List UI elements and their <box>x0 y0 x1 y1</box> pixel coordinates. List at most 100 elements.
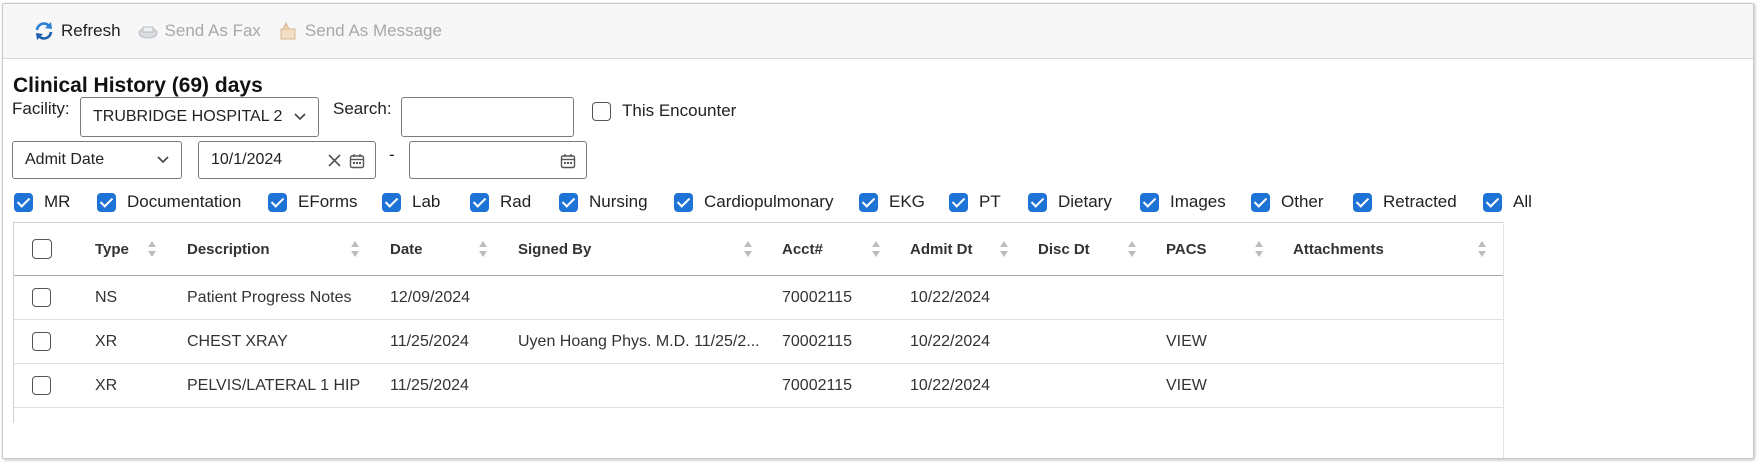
cell-attachments <box>1293 364 1483 407</box>
column-header-signed-by[interactable]: Signed By <box>518 223 591 275</box>
this-encounter-box[interactable] <box>592 101 611 121</box>
send-as-fax-button[interactable]: Send As Fax <box>137 20 261 42</box>
search-input[interactable] <box>401 97 574 137</box>
sort-icon[interactable] <box>478 240 488 258</box>
cell-attachments <box>1293 276 1483 319</box>
filter-rad-checkbox[interactable] <box>470 192 489 212</box>
filter-other-checkbox[interactable] <box>1251 192 1270 212</box>
filter-retracted[interactable]: Retracted <box>1353 192 1457 212</box>
filter-pt-checkbox[interactable] <box>949 192 968 212</box>
cell-description: CHEST XRAY <box>187 332 288 350</box>
clear-icon[interactable] <box>328 154 341 167</box>
cell-admit-dt: 10/22/2024 <box>910 376 991 394</box>
filter-eforms[interactable]: EForms <box>268 192 358 212</box>
filter-documentation[interactable]: Documentation <box>97 192 241 212</box>
filter-lab[interactable]: Lab <box>382 192 440 212</box>
filter-retracted-checkbox[interactable] <box>1353 192 1372 212</box>
cell-type: XR <box>95 332 118 350</box>
filter-lab-label: Lab <box>412 192 441 211</box>
row-checkbox[interactable] <box>32 288 51 307</box>
cell-pacs-view-link[interactable]: VIEW <box>1166 364 1286 407</box>
cell-pacs[interactable] <box>1166 276 1286 319</box>
sort-icon[interactable] <box>871 240 881 258</box>
clinical-history-table: Type Description Date Signed By Acct# Ad… <box>13 222 1504 423</box>
sort-icon[interactable] <box>1127 240 1137 258</box>
date-to-input[interactable] <box>409 141 587 179</box>
this-encounter-checkbox[interactable]: This Encounter <box>592 101 736 121</box>
filter-other[interactable]: Other <box>1251 192 1324 212</box>
filter-images[interactable]: Images <box>1140 192 1226 212</box>
filter-dietary[interactable]: Dietary <box>1028 192 1112 212</box>
column-type-label: Type <box>95 240 129 258</box>
filter-lab-checkbox[interactable] <box>382 192 401 212</box>
column-date-label: Date <box>390 240 423 258</box>
filter-images-checkbox[interactable] <box>1140 192 1159 212</box>
filter-mr[interactable]: MR <box>14 192 70 212</box>
column-header-type[interactable]: Type <box>95 223 129 275</box>
page-title: Clinical History (69) days <box>13 74 263 97</box>
calendar-icon[interactable] <box>349 153 365 169</box>
select-all-checkbox[interactable] <box>32 239 52 259</box>
column-header-acct[interactable]: Acct# <box>782 223 823 275</box>
filter-cardiopulmonary-checkbox[interactable] <box>674 192 693 212</box>
filter-nursing-checkbox[interactable] <box>559 192 578 212</box>
column-signed-by-label: Signed By <box>518 240 592 258</box>
filter-all[interactable]: All <box>1483 192 1532 212</box>
filter-mr-checkbox[interactable] <box>14 192 33 212</box>
table-right-divider <box>1503 222 1504 458</box>
filter-pt-label: PT <box>979 192 1001 211</box>
filter-mr-label: MR <box>44 192 71 211</box>
filter-eforms-checkbox[interactable] <box>268 192 287 212</box>
send-as-fax-label: Send As Fax <box>164 21 261 40</box>
cell-pacs-view-link[interactable]: VIEW <box>1166 320 1286 363</box>
date-from-input[interactable]: 10/1/2024 <box>198 141 376 179</box>
cell-signed-by <box>518 364 758 407</box>
cell-signed-by: Uyen Hoang Phys. M.D. 11/25/2... <box>518 332 760 350</box>
sort-icon[interactable] <box>1477 240 1487 258</box>
cell-acct: 70002115 <box>782 332 852 350</box>
filter-nursing[interactable]: Nursing <box>559 192 648 212</box>
send-as-message-button[interactable]: Send As Message <box>277 20 442 42</box>
filter-dietary-checkbox[interactable] <box>1028 192 1047 212</box>
table-row[interactable]: XR PELVIS/LATERAL 1 HIP 11/25/2024 70002… <box>14 364 1503 408</box>
sort-icon[interactable] <box>350 240 360 258</box>
sort-icon[interactable] <box>999 240 1009 258</box>
sort-icon[interactable] <box>743 240 753 258</box>
search-label: Search: <box>333 99 392 118</box>
facility-select[interactable]: TRUBRIDGE HOSPITAL 2 <box>80 97 319 137</box>
column-header-admit-dt[interactable]: Admit Dt <box>910 223 973 275</box>
column-header-description[interactable]: Description <box>187 223 270 275</box>
filter-ekg-checkbox[interactable] <box>859 192 878 212</box>
filter-pt[interactable]: PT <box>949 192 1001 212</box>
calendar-icon[interactable] <box>560 153 576 169</box>
filter-documentation-checkbox[interactable] <box>97 192 116 212</box>
column-header-disc-dt[interactable]: Disc Dt <box>1038 223 1090 275</box>
row-checkbox[interactable] <box>32 332 51 351</box>
cell-date: 12/09/2024 <box>390 288 471 306</box>
row-checkbox[interactable] <box>32 376 51 395</box>
filter-cardiopulmonary-label: Cardiopulmonary <box>704 192 834 211</box>
cell-type: NS <box>95 288 118 306</box>
date-type-select[interactable]: Admit Date <box>12 141 182 179</box>
filter-ekg[interactable]: EKG <box>859 192 925 212</box>
sort-icon[interactable] <box>147 240 157 258</box>
filter-rad[interactable]: Rad <box>470 192 531 212</box>
filter-all-checkbox[interactable] <box>1483 192 1502 212</box>
clinical-history-panel: Refresh Send As Fax Send As Message Clin… <box>2 3 1754 459</box>
column-header-attachments[interactable]: Attachments <box>1293 223 1384 275</box>
filter-eforms-label: EForms <box>298 192 358 211</box>
table-header: Type Description Date Signed By Acct# Ad… <box>14 223 1503 276</box>
send-as-message-label: Send As Message <box>304 21 442 40</box>
cell-disc-dt <box>1038 364 1158 407</box>
table-row[interactable]: NS Patient Progress Notes 12/09/2024 700… <box>14 276 1503 320</box>
column-header-date[interactable]: Date <box>390 223 423 275</box>
refresh-button[interactable]: Refresh <box>33 20 121 42</box>
cell-description: PELVIS/LATERAL 1 HIP <box>187 376 361 394</box>
filter-cardiopulmonary[interactable]: Cardiopulmonary <box>674 192 833 212</box>
sort-icon[interactable] <box>1254 240 1264 258</box>
table-row[interactable]: XR CHEST XRAY 11/25/2024 Uyen Hoang Phys… <box>14 320 1503 364</box>
cell-type: XR <box>95 376 118 394</box>
column-header-pacs[interactable]: PACS <box>1166 223 1207 275</box>
filter-dietary-label: Dietary <box>1058 192 1112 211</box>
filter-documentation-label: Documentation <box>127 192 242 211</box>
